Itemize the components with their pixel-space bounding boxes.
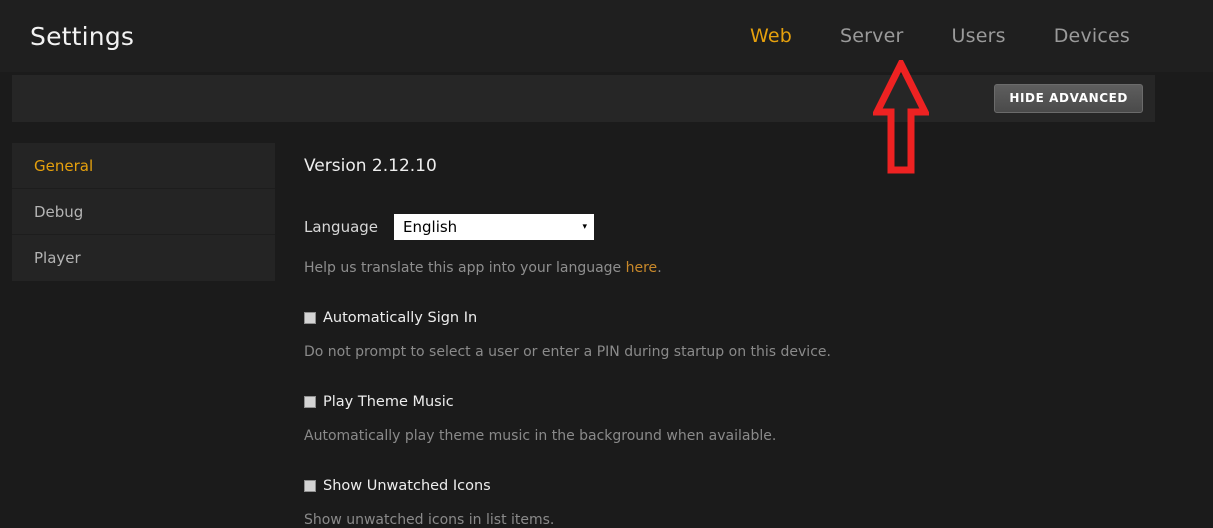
settings-content: Version 2.12.10 Language English ▾ Help … bbox=[304, 143, 1144, 528]
setting-row-play-theme-music: Play Theme Music bbox=[304, 394, 1144, 410]
app-header: Settings Web Server Users Devices bbox=[0, 0, 1213, 72]
description-play-theme-music: Automatically play theme music in the ba… bbox=[304, 428, 777, 444]
version-label: Version 2.12.10 bbox=[304, 156, 437, 176]
settings-sidebar: General Debug Player bbox=[12, 143, 275, 281]
label-play-theme-music[interactable]: Play Theme Music bbox=[323, 394, 454, 410]
translate-here-link[interactable]: here bbox=[626, 260, 658, 276]
tab-server[interactable]: Server bbox=[840, 25, 904, 47]
tab-users[interactable]: Users bbox=[952, 25, 1006, 47]
sidebar-item-debug[interactable]: Debug bbox=[12, 189, 275, 235]
primary-nav-tabs: Web Server Users Devices bbox=[750, 25, 1130, 47]
hide-advanced-button[interactable]: HIDE ADVANCED bbox=[994, 84, 1143, 113]
translate-help-suffix: . bbox=[657, 260, 662, 276]
translate-help-prefix: Help us translate this app into your lan… bbox=[304, 260, 626, 276]
language-select[interactable]: English ▾ bbox=[394, 214, 595, 240]
setting-row-show-unwatched-icons: Show Unwatched Icons bbox=[304, 478, 1144, 494]
sidebar-item-player[interactable]: Player bbox=[12, 235, 275, 281]
label-auto-sign-in[interactable]: Automatically Sign In bbox=[323, 310, 477, 326]
language-label: Language bbox=[304, 218, 379, 236]
chevron-down-icon: ▾ bbox=[582, 221, 588, 232]
description-show-unwatched-icons: Show unwatched icons in list items. bbox=[304, 512, 555, 528]
language-select-value: English bbox=[403, 218, 458, 236]
description-auto-sign-in: Do not prompt to select a user or enter … bbox=[304, 344, 831, 360]
translate-help-text: Help us translate this app into your lan… bbox=[304, 260, 1144, 276]
advanced-toolbar: HIDE ADVANCED bbox=[12, 75, 1155, 122]
label-show-unwatched-icons[interactable]: Show Unwatched Icons bbox=[323, 478, 491, 494]
checkbox-show-unwatched-icons[interactable] bbox=[304, 480, 316, 492]
language-row: Language English ▾ bbox=[304, 214, 1144, 240]
setting-row-auto-sign-in: Automatically Sign In bbox=[304, 310, 1144, 326]
page-title: Settings bbox=[30, 21, 135, 51]
sidebar-item-general[interactable]: General bbox=[12, 143, 275, 189]
tab-web[interactable]: Web bbox=[750, 25, 792, 47]
checkbox-auto-sign-in[interactable] bbox=[304, 312, 316, 324]
checkbox-play-theme-music[interactable] bbox=[304, 396, 316, 408]
tab-devices[interactable]: Devices bbox=[1054, 25, 1130, 47]
